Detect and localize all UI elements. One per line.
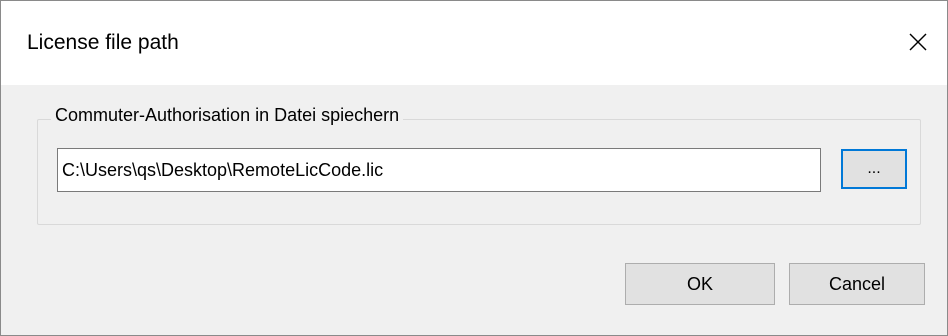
browse-button[interactable]: ...: [841, 149, 907, 189]
ok-button[interactable]: OK: [625, 263, 775, 305]
license-path-input[interactable]: [57, 148, 821, 192]
title-bar: License file path: [1, 1, 947, 85]
groupbox-label: Commuter-Authorisation in Datei spiecher…: [51, 103, 404, 127]
window-title: License file path: [27, 31, 179, 54]
close-button[interactable]: [887, 1, 947, 85]
close-icon: [909, 33, 927, 51]
cancel-button[interactable]: Cancel: [789, 263, 925, 305]
dialog-window: License file path Commuter-Authorisation…: [0, 0, 948, 336]
